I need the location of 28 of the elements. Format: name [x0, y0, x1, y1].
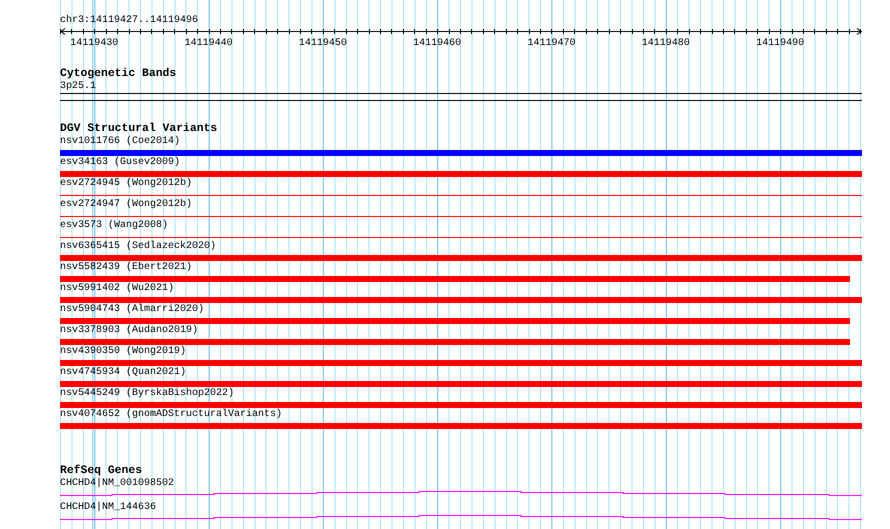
ruler-label: 14119430 — [70, 38, 118, 47]
track-title: RefSeq Genes — [60, 465, 142, 477]
variant-label: nsv4390350 (Wong2019) — [60, 346, 186, 358]
variant-label: nsv3378903 (Audano2019) — [60, 325, 198, 337]
ruler-label: 14119450 — [298, 38, 347, 47]
variant-label: esv3573 (Wang2008) — [60, 220, 168, 232]
variant-label: esv2724947 (Wong2012b) — [60, 199, 192, 211]
ruler-label: 14119440 — [184, 38, 233, 47]
variant-label: nsv4745934 (Quan2021) — [60, 367, 186, 379]
location-label: chr3:14119427..14119496 — [60, 15, 198, 27]
ruler-label: 14119480 — [642, 38, 690, 47]
variant-label: nsv6365415 (Sedlazeck2020) — [60, 241, 216, 253]
track-title: DGV Structural Variants — [60, 123, 218, 135]
band-label: 3p25.1 — [60, 81, 96, 93]
ruler-label: 14119470 — [527, 38, 576, 47]
variant-label: nsv5904743 (Almarri2020) — [60, 304, 204, 316]
variant-label: esv34163 (Gusev2009) — [60, 157, 180, 169]
variant-label: nsv1011766 (Coe2014) — [60, 136, 180, 148]
variant-label: nsv4074652 (gnomADStructuralVariants) — [60, 409, 282, 421]
track-title: Cytogenetic Bands — [60, 68, 176, 80]
variant-label: nsv5991402 (Wu2021) — [60, 283, 174, 295]
ruler-label: 14119490 — [756, 38, 804, 47]
variant-label: esv2724945 (Wong2012b) — [60, 178, 192, 190]
variant-label: nsv5582439 (Ebert2021) — [60, 262, 192, 274]
ruler-label: 14119460 — [413, 38, 462, 47]
transcript-label: CHCHD4|NM_144636 — [60, 502, 156, 514]
transcript-label: CHCHD4|NM_001098502 — [60, 478, 174, 490]
variant-label: nsv5445249 (ByrskaBishop2022) — [60, 388, 234, 400]
